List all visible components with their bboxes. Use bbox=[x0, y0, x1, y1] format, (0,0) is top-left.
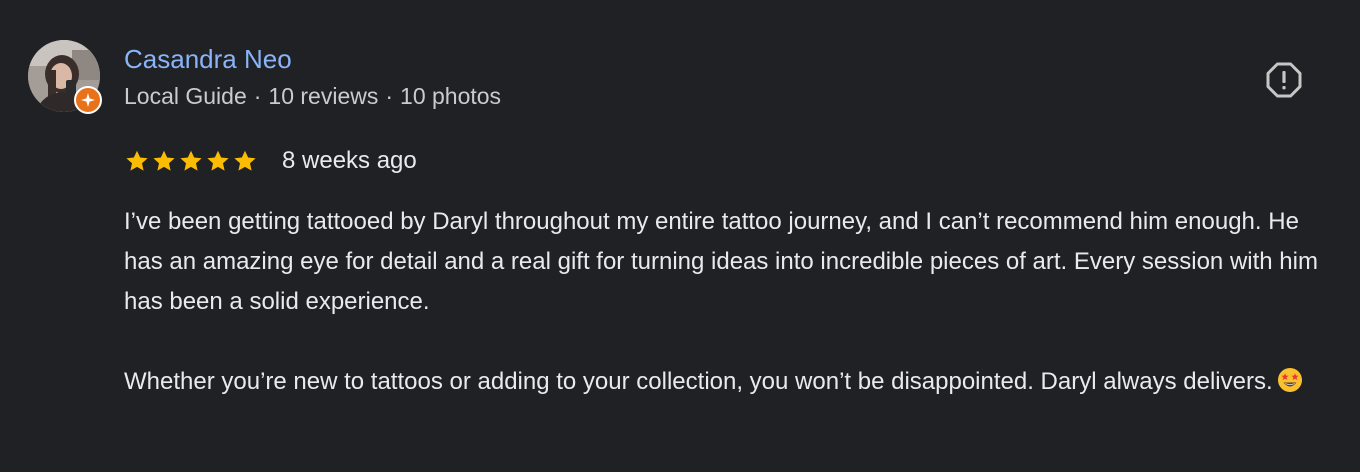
review-paragraph-2-text: Whether you’re new to tattoos or adding … bbox=[124, 368, 1273, 395]
star-icon bbox=[234, 150, 256, 171]
review-paragraph-1: I’ve been getting tattooed by Daryl thro… bbox=[124, 208, 1318, 315]
star-icon bbox=[207, 150, 229, 171]
review-text: I’ve been getting tattooed by Daryl thro… bbox=[124, 202, 1334, 406]
local-guide-badge-icon bbox=[74, 86, 102, 114]
star-struck-emoji-icon bbox=[1277, 366, 1303, 406]
local-guide-label: Local Guide bbox=[124, 83, 247, 109]
star-rating bbox=[124, 148, 258, 174]
review-card: Casandra Neo Local Guide · 10 reviews · 10 p… bbox=[0, 0, 1360, 472]
report-review-button[interactable] bbox=[1262, 58, 1306, 102]
sparkle-icon bbox=[81, 93, 95, 107]
author-meta: Local Guide · 10 reviews · 10 photos bbox=[124, 80, 501, 112]
report-icon bbox=[1266, 62, 1302, 98]
review-paragraph-2: Whether you’re new to tattoos or adding … bbox=[124, 362, 1334, 406]
rating-row: 8 weeks ago bbox=[124, 144, 417, 178]
star-icon bbox=[153, 150, 175, 171]
star-icon bbox=[126, 150, 148, 171]
meta-separator: · bbox=[385, 83, 394, 109]
review-date: 8 weeks ago bbox=[282, 147, 417, 174]
star-icon bbox=[180, 150, 202, 171]
author-name-link[interactable]: Casandra Neo bbox=[124, 42, 292, 76]
author-avatar-link[interactable] bbox=[28, 40, 102, 114]
photo-count: 10 photos bbox=[400, 83, 502, 109]
meta-separator: · bbox=[253, 83, 262, 109]
review-count: 10 reviews bbox=[268, 83, 379, 109]
